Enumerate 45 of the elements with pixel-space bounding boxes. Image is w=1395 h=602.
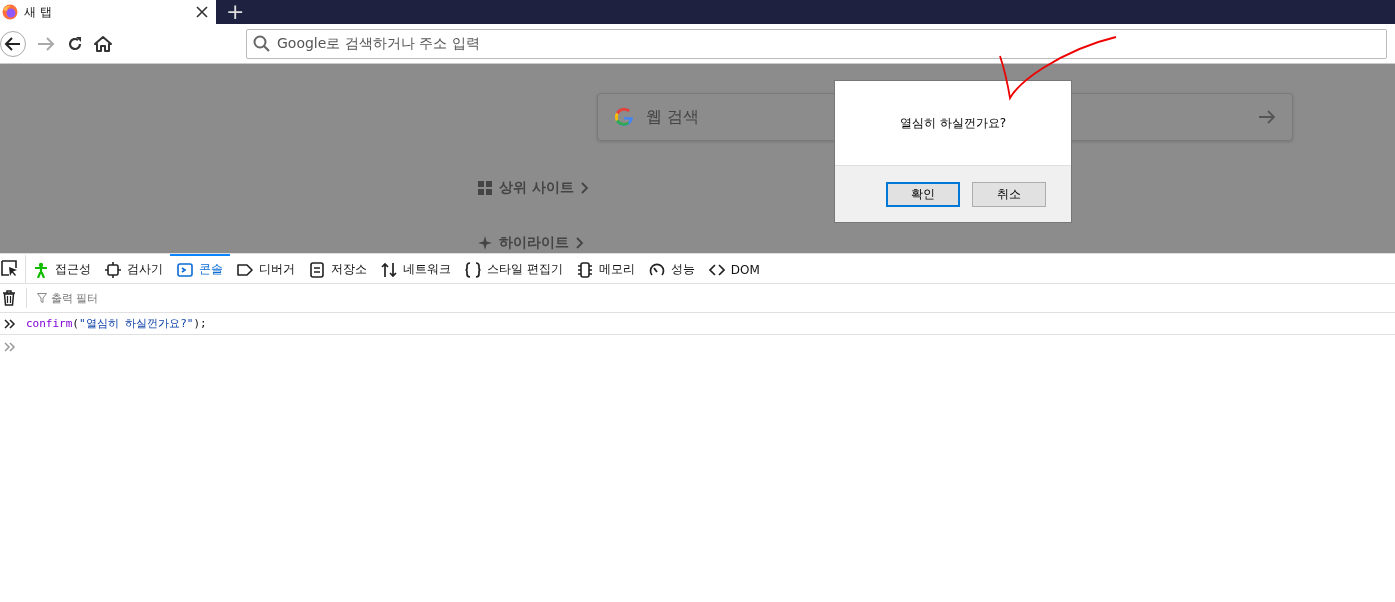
- reload-icon[interactable]: [66, 34, 84, 53]
- person-icon: [33, 261, 49, 278]
- devtools-tab[interactable]: 저장소: [302, 254, 374, 283]
- new-tab-button[interactable]: +: [216, 0, 255, 24]
- sparkle-icon: [478, 236, 492, 250]
- chevron-right-icon: [580, 182, 589, 194]
- dialog-message: 열심히 하실껀가요?: [899, 114, 1007, 132]
- prompt-chevrons-icon: [4, 342, 16, 352]
- back-icon[interactable]: [0, 30, 26, 57]
- devtools-tab[interactable]: 성능: [641, 254, 702, 283]
- devtools-tab[interactable]: 접근성: [25, 254, 98, 283]
- devtools-tab[interactable]: 메모리: [569, 254, 642, 283]
- home-icon[interactable]: [94, 34, 112, 53]
- angle-brackets-icon: [708, 261, 725, 278]
- trash-icon[interactable]: [2, 290, 16, 306]
- arrow-right-icon: [1258, 108, 1276, 126]
- devtools-tab[interactable]: 네트워크: [374, 254, 458, 283]
- cancel-button[interactable]: 취소: [972, 181, 1046, 207]
- browser-tab[interactable]: 새 탭: [0, 0, 216, 24]
- grid-icon: [478, 181, 492, 195]
- devtools-tab[interactable]: 콘솔: [170, 254, 230, 283]
- devtools-tab[interactable]: 검사기: [98, 254, 170, 283]
- console-icon: [177, 261, 193, 278]
- browser-logo-icon: [2, 4, 18, 20]
- filter-icon: [37, 293, 47, 303]
- search-icon: [253, 34, 271, 53]
- gauge-icon: [648, 261, 665, 278]
- input-chevrons-icon: [4, 318, 16, 329]
- close-icon[interactable]: [196, 6, 208, 18]
- devtools-tab[interactable]: 디버거: [230, 254, 302, 283]
- chip-icon: [105, 261, 121, 278]
- filter-field[interactable]: 출력 필터: [26, 288, 337, 308]
- label-icon: [237, 261, 253, 278]
- up-down-arrows-icon: [381, 261, 397, 278]
- google-logo-icon: [614, 107, 634, 127]
- memory-chip-icon: [576, 261, 593, 278]
- devtools-tab[interactable]: 스타일 편집기: [458, 254, 570, 283]
- devtools-tab[interactable]: DOM: [701, 254, 767, 283]
- ok-button[interactable]: 확인: [886, 181, 960, 207]
- braces-icon: [465, 261, 481, 278]
- console-input-line: confirm("열심히 하실껀가요?");: [26, 316, 207, 331]
- document-icon: [309, 261, 325, 278]
- element-picker-icon[interactable]: [1, 260, 19, 278]
- address-field[interactable]: Google로 검색하거나 주소 입력: [246, 28, 1387, 59]
- chevron-right-icon: [576, 237, 584, 249]
